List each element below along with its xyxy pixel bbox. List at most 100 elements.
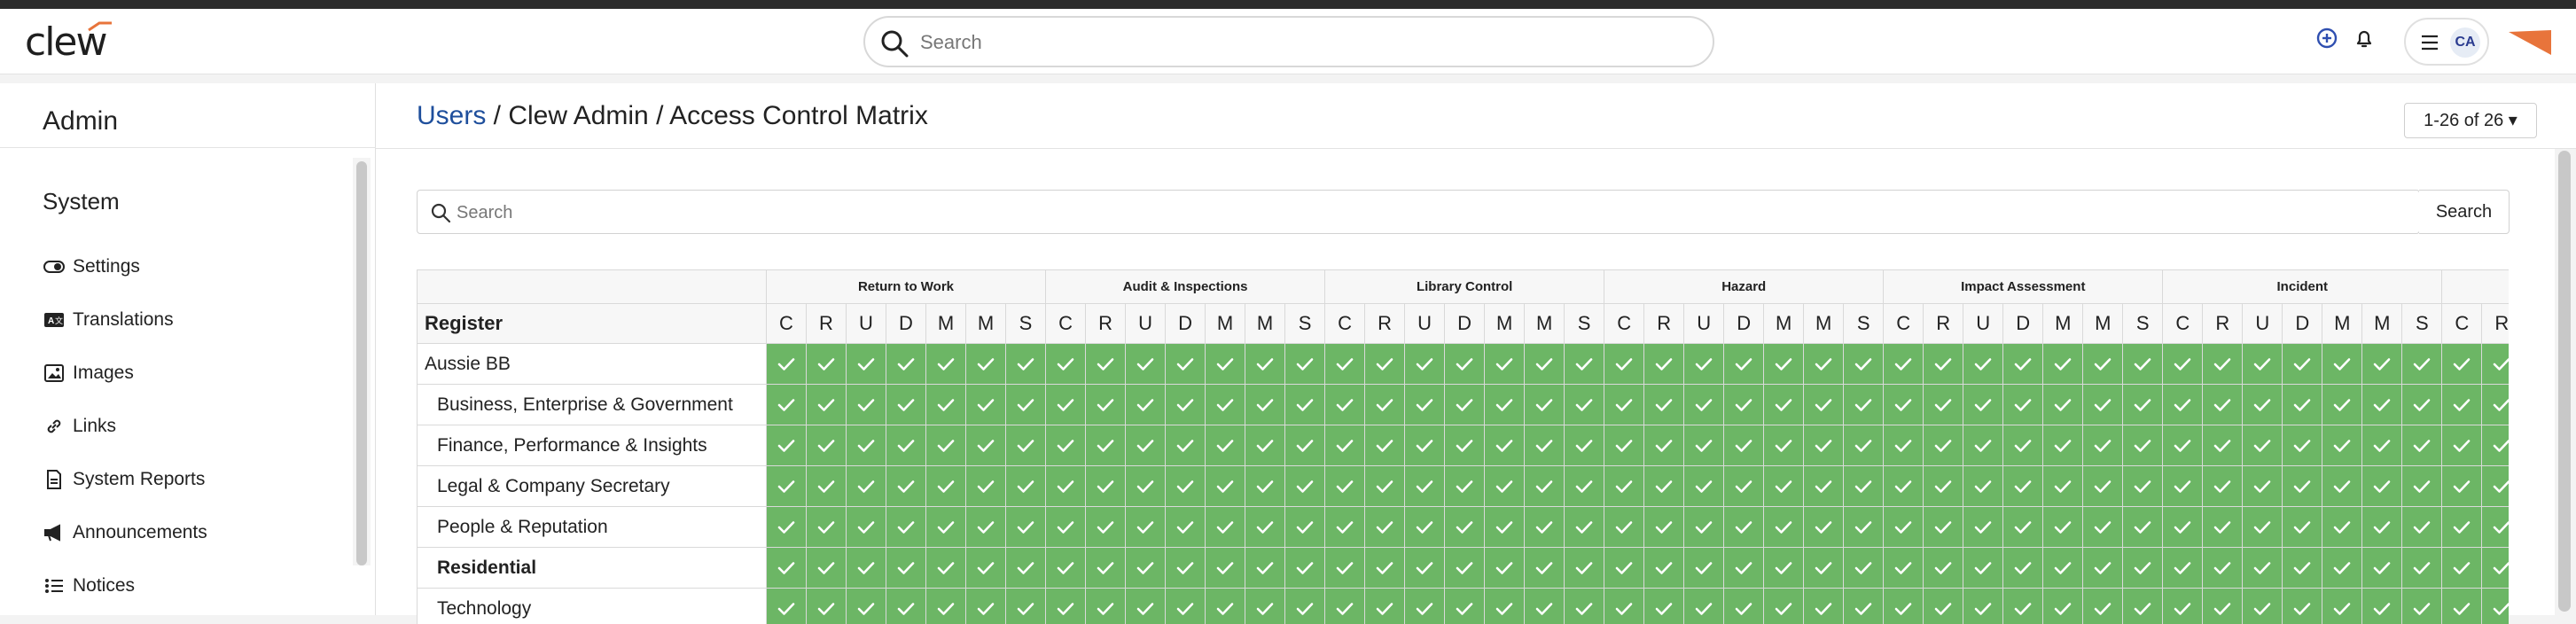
permission-granted-cell[interactable] <box>926 425 966 466</box>
sidebar-item-images[interactable]: Images <box>43 358 134 388</box>
permission-granted-cell[interactable] <box>2243 344 2283 385</box>
permission-granted-cell[interactable] <box>1445 507 1485 548</box>
permission-granted-cell[interactable] <box>1325 466 1365 507</box>
permission-granted-cell[interactable] <box>1086 466 1126 507</box>
permission-granted-cell[interactable] <box>1764 548 1804 589</box>
permission-granted-cell[interactable] <box>2482 344 2509 385</box>
permission-granted-cell[interactable] <box>2203 548 2243 589</box>
permission-granted-cell[interactable] <box>1126 385 1166 425</box>
permission-granted-cell[interactable] <box>1365 385 1405 425</box>
permission-granted-cell[interactable] <box>2203 425 2243 466</box>
permission-granted-cell[interactable] <box>2043 548 2083 589</box>
permission-granted-cell[interactable] <box>1604 507 1644 548</box>
permission-granted-cell[interactable] <box>1684 344 1724 385</box>
permission-granted-cell[interactable] <box>2043 344 2083 385</box>
permission-granted-cell[interactable] <box>1644 385 1684 425</box>
permission-granted-cell[interactable] <box>2163 425 2203 466</box>
permission-granted-cell[interactable] <box>1046 425 1086 466</box>
permission-granted-cell[interactable] <box>2322 466 2362 507</box>
permission-granted-cell[interactable] <box>2123 344 2163 385</box>
permission-granted-cell[interactable] <box>1963 425 2003 466</box>
permission-granted-cell[interactable] <box>886 385 926 425</box>
permission-granted-cell[interactable] <box>2083 425 2123 466</box>
permission-granted-cell[interactable] <box>1485 425 1525 466</box>
permission-granted-cell[interactable] <box>966 385 1006 425</box>
permission-granted-cell[interactable] <box>1365 548 1405 589</box>
permission-granted-cell[interactable] <box>807 507 847 548</box>
permission-granted-cell[interactable] <box>1684 548 1724 589</box>
permission-granted-cell[interactable] <box>2163 385 2203 425</box>
permission-granted-cell[interactable] <box>2362 425 2402 466</box>
permission-granted-cell[interactable] <box>1166 466 1206 507</box>
permission-granted-cell[interactable] <box>2442 466 2482 507</box>
permission-granted-cell[interactable] <box>926 548 966 589</box>
permission-granted-cell[interactable] <box>1445 344 1485 385</box>
permission-granted-cell[interactable] <box>2362 344 2402 385</box>
permission-granted-cell[interactable] <box>1844 548 1884 589</box>
permission-granted-cell[interactable] <box>2322 507 2362 548</box>
table-search-box[interactable] <box>417 190 2420 234</box>
sidebar-item-notices[interactable]: Notices <box>43 571 135 601</box>
permission-granted-cell[interactable] <box>1764 425 1804 466</box>
permission-granted-cell[interactable] <box>1963 507 2003 548</box>
permission-granted-cell[interactable] <box>1166 507 1206 548</box>
permission-granted-cell[interactable] <box>2083 507 2123 548</box>
table-search-input[interactable] <box>457 199 2318 226</box>
permission-granted-cell[interactable] <box>1525 466 1565 507</box>
permission-granted-cell[interactable] <box>2203 385 2243 425</box>
permission-granted-cell[interactable] <box>1245 507 1285 548</box>
permission-granted-cell[interactable] <box>2243 507 2283 548</box>
global-search-input[interactable] <box>920 28 1682 57</box>
sidebar-item-translations[interactable]: A文 Translations <box>43 305 174 335</box>
permission-granted-cell[interactable] <box>1963 385 2003 425</box>
permission-granted-cell[interactable] <box>1604 425 1644 466</box>
permission-granted-cell[interactable] <box>1445 548 1485 589</box>
permission-granted-cell[interactable] <box>1724 344 1764 385</box>
permission-granted-cell[interactable] <box>1804 548 1844 589</box>
permission-granted-cell[interactable] <box>2322 385 2362 425</box>
permission-granted-cell[interactable] <box>1963 344 2003 385</box>
permission-granted-cell[interactable] <box>966 466 1006 507</box>
permission-granted-cell[interactable] <box>2123 466 2163 507</box>
permission-granted-cell[interactable] <box>2362 548 2402 589</box>
permission-granted-cell[interactable] <box>2123 548 2163 589</box>
permission-granted-cell[interactable] <box>1884 385 1924 425</box>
permission-granted-cell[interactable] <box>926 385 966 425</box>
permission-granted-cell[interactable] <box>2482 385 2509 425</box>
permission-granted-cell[interactable] <box>2203 344 2243 385</box>
permission-granted-cell[interactable] <box>2203 466 2243 507</box>
permission-granted-cell[interactable] <box>1924 548 1963 589</box>
permission-granted-cell[interactable] <box>1644 425 1684 466</box>
permission-granted-cell[interactable] <box>1245 466 1285 507</box>
permission-granted-cell[interactable] <box>1365 425 1405 466</box>
permission-granted-cell[interactable] <box>1006 548 1046 589</box>
permission-granted-cell[interactable] <box>2123 425 2163 466</box>
permission-granted-cell[interactable] <box>847 425 886 466</box>
permission-granted-cell[interactable] <box>1285 548 1325 589</box>
permission-granted-cell[interactable] <box>2442 507 2482 548</box>
permission-granted-cell[interactable] <box>2043 425 2083 466</box>
permission-granted-cell[interactable] <box>1525 548 1565 589</box>
permission-granted-cell[interactable] <box>1285 385 1325 425</box>
permission-granted-cell[interactable] <box>847 344 886 385</box>
permission-granted-cell[interactable] <box>2442 548 2482 589</box>
permission-granted-cell[interactable] <box>1924 385 1963 425</box>
permission-granted-cell[interactable] <box>1844 425 1884 466</box>
permission-granted-cell[interactable] <box>2163 466 2203 507</box>
breadcrumb-users-link[interactable]: Users <box>417 101 486 130</box>
permission-granted-cell[interactable] <box>2362 385 2402 425</box>
permission-granted-cell[interactable] <box>1844 466 1884 507</box>
main-scrollbar-thumb[interactable] <box>2558 151 2571 612</box>
permission-granted-cell[interactable] <box>2283 548 2322 589</box>
permission-granted-cell[interactable] <box>1565 548 1604 589</box>
permission-granted-cell[interactable] <box>2043 507 2083 548</box>
permission-granted-cell[interactable] <box>1245 344 1285 385</box>
permission-granted-cell[interactable] <box>2402 507 2442 548</box>
permission-granted-cell[interactable] <box>1365 507 1405 548</box>
permission-granted-cell[interactable] <box>1445 466 1485 507</box>
sidebar-scrollbar-thumb[interactable] <box>356 161 367 566</box>
permission-granted-cell[interactable] <box>2482 548 2509 589</box>
permission-granted-cell[interactable] <box>1206 507 1245 548</box>
permission-granted-cell[interactable] <box>2043 466 2083 507</box>
permission-granted-cell[interactable] <box>1525 425 1565 466</box>
